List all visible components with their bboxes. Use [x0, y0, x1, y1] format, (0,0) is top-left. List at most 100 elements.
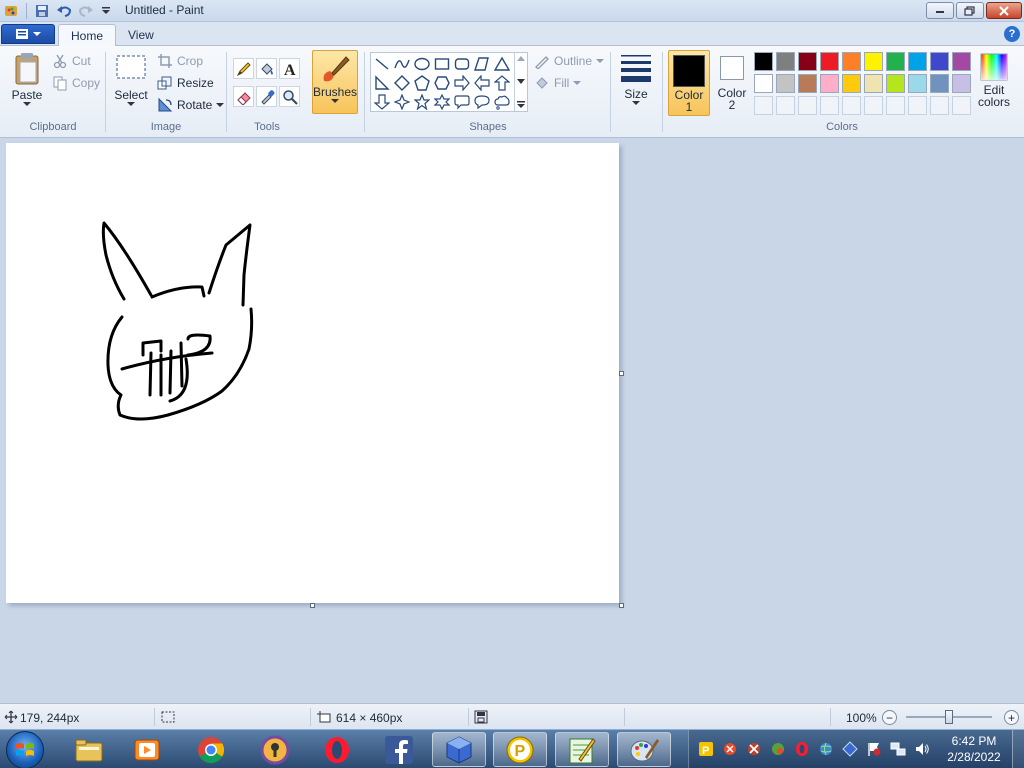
paint-app-icon[interactable]	[3, 3, 19, 19]
shape-rounded-callout[interactable]	[452, 92, 471, 111]
taskbar-paint[interactable]	[617, 732, 671, 767]
palette-swatch[interactable]	[886, 74, 905, 93]
crop-button[interactable]: Crop	[157, 52, 203, 70]
shape-six-point-star[interactable]	[432, 92, 451, 111]
shape-triangle[interactable]	[492, 54, 511, 73]
magnifier-tool[interactable]	[279, 86, 300, 107]
paste-button[interactable]: Paste	[8, 52, 46, 116]
restore-button[interactable]	[956, 2, 984, 19]
tray-virtualbox[interactable]	[842, 741, 858, 757]
shape-curve[interactable]	[392, 54, 411, 73]
shape-polygon[interactable]	[472, 54, 491, 73]
palette-swatch[interactable]	[754, 52, 773, 71]
undo-icon[interactable]	[56, 3, 72, 19]
pencil-tool[interactable]	[233, 58, 254, 79]
save-icon[interactable]	[34, 3, 50, 19]
palette-swatch[interactable]	[930, 96, 949, 115]
palette-swatch[interactable]	[820, 96, 839, 115]
fill-tool[interactable]	[256, 58, 277, 79]
palette-swatch[interactable]	[754, 96, 773, 115]
palette-swatch[interactable]	[908, 74, 927, 93]
resize-handle-right[interactable]	[619, 371, 624, 376]
palette-swatch[interactable]	[776, 74, 795, 93]
shape-rectangle[interactable]	[432, 54, 451, 73]
eraser-tool[interactable]	[233, 86, 254, 107]
palette-swatch[interactable]	[952, 74, 971, 93]
cut-button[interactable]: Cut	[52, 52, 91, 70]
brushes-button[interactable]: Brushes	[312, 50, 358, 114]
zoom-in-button[interactable]: +	[1004, 710, 1019, 725]
palette-swatch[interactable]	[842, 74, 861, 93]
clock-time[interactable]: 6:42 PM	[946, 734, 1002, 748]
tray-action-center[interactable]	[866, 741, 882, 757]
edit-colors-button[interactable]: Edit colors	[976, 52, 1012, 116]
palette-swatch[interactable]	[754, 74, 773, 93]
palette-swatch[interactable]	[798, 74, 817, 93]
shape-five-point-star[interactable]	[412, 92, 431, 111]
palette-swatch[interactable]	[886, 52, 905, 71]
palette-swatch[interactable]	[798, 52, 817, 71]
resize-handle-corner[interactable]	[619, 603, 624, 608]
palette-swatch[interactable]	[776, 52, 795, 71]
shape-pentagon[interactable]	[412, 73, 431, 92]
outline-button[interactable]: Outline	[534, 52, 605, 70]
tray-security[interactable]	[722, 741, 738, 757]
text-tool[interactable]: A	[279, 58, 300, 79]
close-button[interactable]	[986, 2, 1022, 19]
palette-swatch[interactable]	[798, 96, 817, 115]
taskbar-explorer[interactable]	[62, 732, 116, 767]
taskbar-keepass[interactable]	[248, 732, 302, 767]
resize-handle-bottom[interactable]	[310, 603, 315, 608]
palette-swatch[interactable]	[908, 96, 927, 115]
resize-button[interactable]: Resize	[157, 74, 214, 92]
shape-four-point-star[interactable]	[392, 92, 411, 111]
tray-globe[interactable]	[818, 741, 834, 757]
taskbar-media-player[interactable]	[120, 732, 174, 767]
palette-swatch[interactable]	[864, 52, 883, 71]
shape-cloud-callout[interactable]	[492, 92, 511, 111]
taskbar-opera[interactable]	[310, 732, 364, 767]
tray-update[interactable]	[770, 741, 786, 757]
palette-swatch[interactable]	[776, 96, 795, 115]
size-button[interactable]: Size	[617, 52, 655, 116]
palette-swatch[interactable]	[842, 52, 861, 71]
shape-rounded-rectangle[interactable]	[452, 54, 471, 73]
shape-right-triangle[interactable]	[372, 73, 391, 92]
palette-swatch[interactable]	[864, 74, 883, 93]
customize-qat-icon[interactable]	[98, 3, 114, 19]
clock-date[interactable]: 2/28/2022	[942, 750, 1006, 764]
color-picker-tool[interactable]	[256, 86, 277, 107]
color2-button[interactable]: Color 2	[712, 50, 752, 116]
tray-network-error[interactable]	[746, 741, 762, 757]
shape-diamond[interactable]	[392, 73, 411, 92]
tray-opera[interactable]	[794, 741, 810, 757]
palette-swatch[interactable]	[820, 74, 839, 93]
redo-icon[interactable]	[78, 3, 94, 19]
minimize-button[interactable]	[926, 2, 954, 19]
start-button[interactable]	[6, 731, 44, 768]
file-menu-button[interactable]	[1, 24, 55, 44]
select-button[interactable]: Select	[112, 54, 150, 116]
shape-oval-callout[interactable]	[472, 92, 491, 111]
palette-swatch[interactable]	[908, 52, 927, 71]
tab-home[interactable]: Home	[58, 24, 117, 46]
color1-button[interactable]: Color 1	[668, 50, 710, 116]
shape-line[interactable]	[372, 54, 391, 73]
taskbar-facebook[interactable]	[372, 732, 426, 767]
palette-swatch[interactable]	[930, 52, 949, 71]
shapes-gallery-scroll[interactable]	[514, 53, 527, 111]
tray-volume[interactable]	[914, 741, 930, 757]
shape-right-arrow[interactable]	[452, 73, 471, 92]
help-icon[interactable]: ?	[1004, 26, 1020, 42]
shape-oval[interactable]	[412, 54, 431, 73]
shape-left-arrow[interactable]	[472, 73, 491, 92]
shape-hexagon[interactable]	[432, 73, 451, 92]
zoom-out-button[interactable]: −	[882, 710, 897, 725]
palette-swatch[interactable]	[842, 96, 861, 115]
tab-view[interactable]: View	[116, 24, 166, 46]
copy-button[interactable]: Copy	[52, 74, 100, 92]
tray-plex[interactable]: P	[698, 741, 714, 757]
taskbar-chrome[interactable]	[184, 732, 238, 767]
shape-down-arrow[interactable]	[372, 92, 391, 111]
palette-swatch[interactable]	[952, 52, 971, 71]
